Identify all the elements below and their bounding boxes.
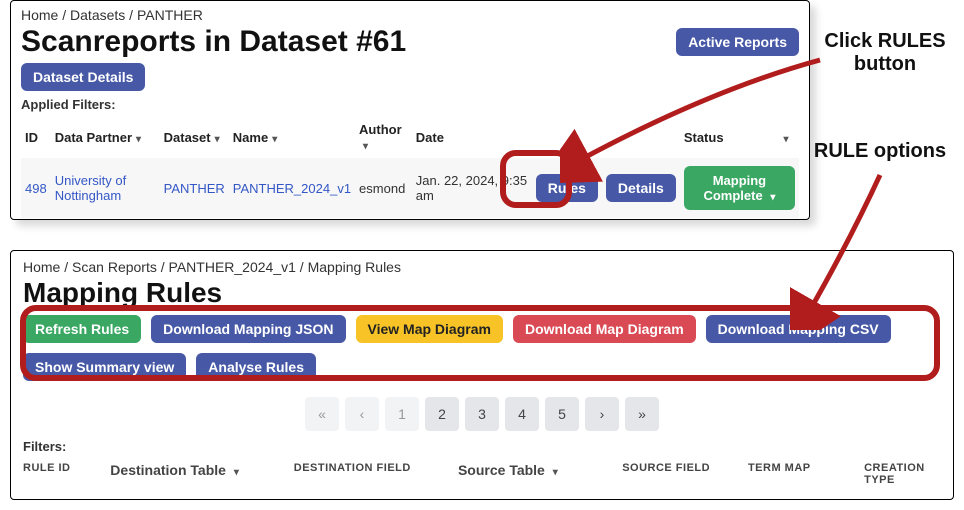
chevron-down-icon: ▾ — [770, 192, 775, 203]
pager-last[interactable]: » — [625, 397, 659, 431]
col-date: Date — [412, 116, 532, 158]
details-button[interactable]: Details — [606, 174, 676, 202]
pager-first[interactable]: « — [305, 397, 339, 431]
active-reports-button[interactable]: Active Reports — [676, 28, 799, 56]
page-title: Mapping Rules — [23, 277, 941, 309]
col-status[interactable]: Status▾ — [680, 116, 799, 158]
chevron-down-icon: ▾ — [234, 467, 239, 478]
breadcrumb: Home / Datasets / PANTHER — [21, 7, 799, 23]
view-diagram-button[interactable]: View Map Diagram — [356, 315, 503, 343]
breadcrumb: Home / Scan Reports / PANTHER_2024_v1 / … — [23, 259, 941, 275]
rule-options-row: Refresh Rules Download Mapping JSON View… — [23, 315, 941, 381]
download-csv-button[interactable]: Download Mapping CSV — [706, 315, 891, 343]
filters-label: Filters: — [23, 439, 941, 454]
chevron-down-icon: ▾ — [272, 134, 277, 145]
pager-page[interactable]: 5 — [545, 397, 579, 431]
crumb[interactable]: Home — [21, 7, 58, 23]
col-dataset[interactable]: Dataset▾ — [160, 116, 229, 158]
row-partner[interactable]: University of Nottingham — [55, 173, 127, 203]
crumb[interactable]: PANTHER — [137, 7, 203, 23]
download-diagram-button[interactable]: Download Map Diagram — [513, 315, 696, 343]
crumb[interactable]: PANTHER_2024_v1 — [169, 259, 296, 275]
table-row: 498 University of Nottingham PANTHER PAN… — [21, 158, 799, 218]
crumb[interactable]: Scan Reports — [72, 259, 157, 275]
row-id[interactable]: 498 — [25, 181, 47, 196]
row-date: Jan. 22, 2024, 9:35 am — [412, 158, 532, 218]
col-id: ID — [21, 116, 51, 158]
annotation-rule-options: RULE options — [795, 140, 964, 163]
col-name[interactable]: Name▾ — [229, 116, 355, 158]
pager-page[interactable]: 2 — [425, 397, 459, 431]
page-title: Scanreports in Dataset #61 — [21, 25, 406, 59]
crumb[interactable]: Home — [23, 259, 60, 275]
rules-button[interactable]: Rules — [536, 174, 598, 202]
col-src-field: SOURCE FIELD — [622, 462, 728, 486]
status-button[interactable]: Mapping Complete ▾ — [684, 166, 795, 210]
crumb[interactable]: Mapping Rules — [308, 259, 401, 275]
col-partner[interactable]: Data Partner▾ — [51, 116, 160, 158]
applied-filters-label: Applied Filters: — [21, 97, 799, 112]
row-name[interactable]: PANTHER_2024_v1 — [233, 181, 351, 196]
pager-prev[interactable]: ‹ — [345, 397, 379, 431]
col-author[interactable]: Author▾ — [355, 116, 412, 158]
pager-page[interactable]: 4 — [505, 397, 539, 431]
col-creation: CREATION TYPE — [864, 462, 941, 486]
download-json-button[interactable]: Download Mapping JSON — [151, 315, 345, 343]
pager-page[interactable]: 1 — [385, 397, 419, 431]
analyse-rules-button[interactable]: Analyse Rules — [196, 353, 316, 381]
summary-view-button[interactable]: Show Summary view — [23, 353, 186, 381]
scanreports-panel: Home / Datasets / PANTHER Scanreports in… — [10, 0, 810, 220]
col-dest-table[interactable]: Destination Table ▾ — [110, 462, 273, 486]
pager-page[interactable]: 3 — [465, 397, 499, 431]
scanreports-table: ID Data Partner▾ Dataset▾ Name▾ Author▾ … — [21, 116, 799, 218]
row-dataset[interactable]: PANTHER — [164, 181, 225, 196]
columns-header: RULE ID Destination Table ▾ DESTINATION … — [23, 456, 941, 492]
crumb[interactable]: Datasets — [70, 7, 125, 23]
dataset-details-button[interactable]: Dataset Details — [21, 63, 145, 91]
row-author: esmond — [355, 158, 412, 218]
mapping-rules-panel: Home / Scan Reports / PANTHER_2024_v1 / … — [10, 250, 954, 500]
refresh-rules-button[interactable]: Refresh Rules — [23, 315, 141, 343]
chevron-down-icon: ▾ — [215, 134, 220, 145]
col-src-table[interactable]: Source Table ▾ — [458, 462, 602, 486]
pager: « ‹ 1 2 3 4 5 › » — [23, 397, 941, 431]
chevron-down-icon: ▾ — [784, 134, 789, 145]
col-dest-field: DESTINATION FIELD — [294, 462, 438, 486]
pager-next[interactable]: › — [585, 397, 619, 431]
chevron-down-icon: ▾ — [553, 467, 558, 478]
chevron-down-icon: ▾ — [136, 134, 141, 145]
col-rule-id: RULE ID — [23, 462, 90, 486]
col-term-map: TERM MAP — [748, 462, 844, 486]
annotation-click-rules: Click RULES button — [820, 30, 950, 76]
chevron-down-icon: ▾ — [363, 141, 368, 152]
